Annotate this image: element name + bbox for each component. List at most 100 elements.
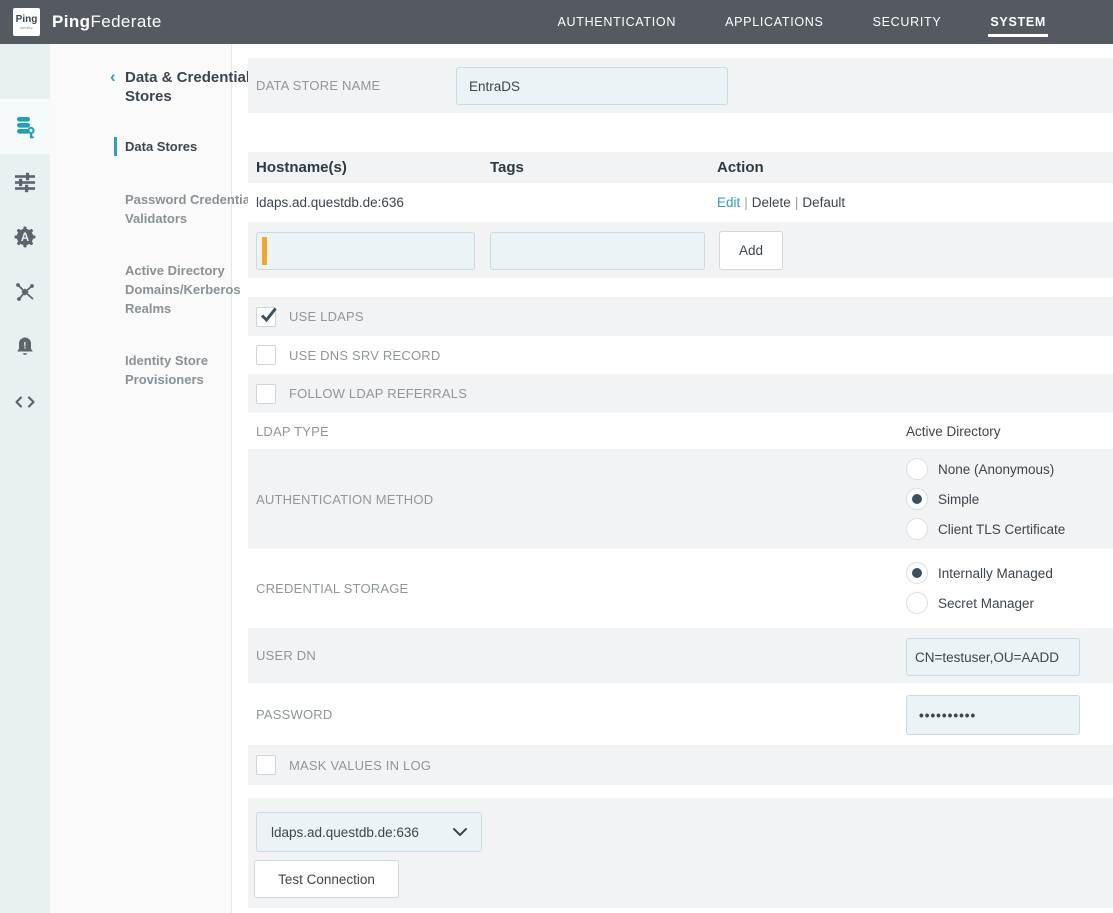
password-row: PASSWORD [248, 683, 1113, 745]
rail-item-notifications[interactable]: ! [0, 319, 50, 374]
sidebar-item-data-stores[interactable]: Data Stores [125, 137, 267, 156]
sidebar-item-ad-domains-kerberos-realms[interactable]: Active Directory Domains/Kerberos Realms [125, 261, 267, 318]
column-tags: Tags [490, 159, 524, 176]
nav-system[interactable]: SYSTEM [990, 0, 1046, 44]
chevron-down-icon [453, 828, 467, 836]
checkmark-icon [258, 304, 280, 326]
sidebar-item-label: Active Directory Domains/Kerberos Realms [125, 263, 241, 316]
follow-ldap-referrals-row: FOLLOW LDAP REFERRALS [248, 374, 1113, 413]
data-store-name-label: DATA STORE NAME [248, 78, 380, 93]
ldap-data-store-form: DATA STORE NAME Hostname(s) Tags Action … [248, 44, 1113, 913]
sidebar-item-password-credential-validators[interactable]: Password Credential Validators [125, 190, 267, 228]
ldap-type-label: LDAP TYPE [248, 424, 329, 439]
back-chevron-icon: ‹ [110, 67, 116, 86]
rail-item-integrations[interactable] [0, 264, 50, 319]
network-nodes-icon [13, 280, 37, 304]
nav-security[interactable]: SECURITY [873, 0, 942, 44]
sliders-icon [13, 170, 37, 194]
rail-spacer [0, 44, 50, 99]
hostname-select[interactable]: ldaps.ad.questdb.de:636 [256, 812, 482, 852]
radio-label: Client TLS Certificate [938, 522, 1065, 537]
mask-values-checkbox[interactable] [256, 755, 276, 775]
new-tags-input[interactable] [490, 232, 705, 270]
svg-text:!: ! [23, 340, 26, 351]
sidebar-item-identity-store-provisioners[interactable]: Identity Store Provisioners [125, 351, 267, 389]
test-connection-button[interactable]: Test Connection [254, 860, 399, 898]
icon-rail: A ! [0, 44, 50, 913]
sidebar-item-label: Identity Store Provisioners [125, 353, 208, 387]
table-row: ldaps.ad.questdb.de:636 Edit|Delete|Defa… [248, 183, 1113, 222]
radio-icon [906, 458, 928, 480]
user-dn-label: USER DN [248, 648, 316, 663]
mask-values-row: MASK VALUES IN LOG [248, 745, 1113, 785]
radio-label: Secret Manager [938, 596, 1034, 611]
password-input[interactable] [906, 695, 1080, 735]
follow-ldap-referrals-label: FOLLOW LDAP REFERRALS [289, 386, 467, 401]
hostname-value: ldaps.ad.questdb.de:636 [256, 195, 404, 210]
rail-item-api[interactable] [0, 374, 50, 429]
radio-icon [906, 488, 928, 510]
authentication-method-label: AUTHENTICATION METHOD [248, 492, 433, 507]
sidebar-title-label: Data & Credential Stores [125, 69, 250, 105]
new-hostname-input[interactable] [256, 232, 475, 270]
radio-client-tls-certificate[interactable]: Client TLS Certificate [906, 514, 1065, 544]
credential-storage-options: Internally Managed Secret Manager [906, 558, 1053, 618]
nav-applications[interactable]: APPLICATIONS [725, 0, 823, 44]
add-button[interactable]: Add [719, 231, 783, 270]
radio-label: Internally Managed [938, 566, 1053, 581]
sidebar-item-label: Data Stores [125, 139, 197, 154]
ping-identity-logo[interactable]: Ping Identity. [13, 8, 40, 36]
radio-icon [906, 562, 928, 584]
logo-subtext: Identity. [20, 25, 34, 30]
radio-icon [906, 518, 928, 540]
delete-link[interactable]: Delete [752, 195, 791, 210]
nav-authentication[interactable]: AUTHENTICATION [557, 0, 676, 44]
credential-storage-row: CREDENTIAL STORAGE Internally Managed Se… [248, 549, 1113, 628]
use-dns-srv-row: USE DNS SRV RECORD [248, 336, 1113, 374]
alert-bell-icon: ! [13, 335, 37, 359]
rail-item-settings[interactable] [0, 154, 50, 209]
follow-ldap-referrals-checkbox[interactable] [256, 384, 276, 404]
radio-simple[interactable]: Simple [906, 484, 1065, 514]
hosts-table-header: Hostname(s) Tags Action [248, 152, 1113, 183]
radio-none-anonymous[interactable]: None (Anonymous) [906, 454, 1065, 484]
sidebar-title[interactable]: ‹ Data & Credential Stores [125, 68, 265, 106]
use-ldaps-label: USE LDAPS [289, 309, 364, 324]
data-store-name-input[interactable] [456, 67, 728, 105]
column-hostnames: Hostname(s) [256, 159, 347, 176]
data-store-name-row: DATA STORE NAME [248, 58, 1113, 113]
gear-a-icon: A [12, 224, 38, 250]
sidebar-item-label: Password Credential Validators [125, 192, 254, 226]
column-action: Action [717, 159, 764, 176]
use-ldaps-row: USE LDAPS [248, 297, 1113, 336]
active-item-bar [114, 137, 117, 156]
authentication-method-options: None (Anonymous) Simple Client TLS Certi… [906, 454, 1065, 544]
action-separator: | [791, 195, 803, 210]
password-label: PASSWORD [248, 707, 332, 722]
radio-label: None (Anonymous) [938, 462, 1054, 477]
user-dn-input[interactable] [906, 638, 1080, 676]
user-dn-row: USER DN [248, 628, 1113, 683]
radio-internally-managed[interactable]: Internally Managed [906, 558, 1053, 588]
default-link[interactable]: Default [802, 195, 845, 210]
edit-link[interactable]: Edit [717, 195, 740, 210]
radio-secret-manager[interactable]: Secret Manager [906, 588, 1053, 618]
primary-nav: AUTHENTICATION APPLICATIONS SECURITY SYS… [557, 0, 1113, 44]
use-dns-srv-checkbox[interactable] [256, 345, 276, 365]
use-dns-srv-label: USE DNS SRV RECORD [289, 348, 440, 363]
code-brackets-icon [13, 390, 37, 414]
logo-text: Ping [16, 15, 38, 25]
use-ldaps-checkbox[interactable] [256, 307, 276, 327]
ldap-type-row: LDAP TYPE Active Directory [248, 413, 1113, 449]
rail-item-administration[interactable]: A [0, 209, 50, 264]
app-title: PingFederate [52, 0, 162, 44]
svg-text:A: A [21, 232, 29, 244]
mask-values-label: MASK VALUES IN LOG [289, 758, 431, 773]
hostname-select-value: ldaps.ad.questdb.de:636 [271, 825, 419, 840]
sidebar: ‹ Data & Credential Stores Data Stores P… [50, 44, 232, 913]
authentication-method-row: AUTHENTICATION METHOD None (Anonymous) S… [248, 449, 1113, 549]
ldap-type-value: Active Directory [906, 424, 1001, 439]
rail-item-data-stores[interactable] [0, 99, 50, 154]
topbar: Ping Identity. PingFederate AUTHENTICATI… [0, 0, 1113, 44]
app-title-ping: Ping [52, 12, 90, 32]
